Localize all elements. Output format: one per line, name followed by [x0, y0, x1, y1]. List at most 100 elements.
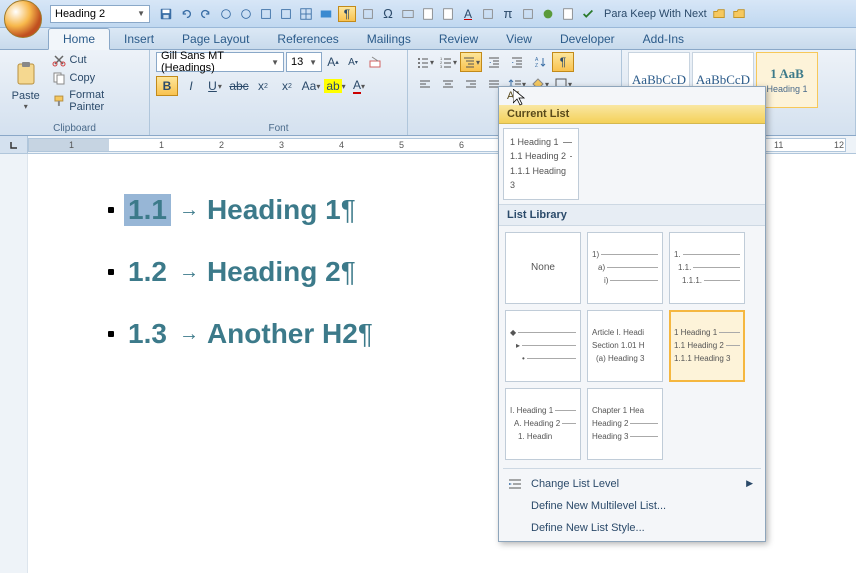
qat-icon[interactable] [560, 6, 576, 22]
shrink-font-icon[interactable]: A▾ [344, 52, 362, 72]
font-name-dropdown[interactable]: Gill Sans MT (Headings)▼ [156, 52, 284, 72]
grow-font-icon[interactable]: A▴ [324, 52, 342, 72]
para-keep-label[interactable]: Para Keep With Next [604, 8, 707, 20]
define-list-style-item[interactable]: Define New List Style... [499, 517, 765, 539]
qat-icon[interactable] [258, 6, 274, 22]
check-icon[interactable] [580, 6, 596, 22]
list-option[interactable]: 1. 1.1. 1.1.1. [669, 232, 745, 304]
group-label: Clipboard [6, 123, 143, 135]
current-list-header: Current List [499, 105, 765, 124]
undo-icon[interactable] [178, 6, 194, 22]
list-option[interactable]: ◆ ▸ • [505, 310, 581, 382]
dropdown-menu: Change List Level ▶ Define New Multileve… [499, 471, 765, 541]
increase-indent-button[interactable] [506, 52, 528, 72]
qat-icon[interactable] [520, 6, 536, 22]
tab-references[interactable]: References [263, 29, 352, 49]
qat-icon[interactable] [360, 6, 376, 22]
tab-arrow-icon: → [179, 323, 199, 346]
qat-icon[interactable] [278, 6, 294, 22]
redo-icon[interactable] [198, 6, 214, 22]
qat-icon[interactable] [480, 6, 496, 22]
list-option-none[interactable]: None [505, 232, 581, 304]
font-color-button[interactable]: A▾ [348, 76, 370, 96]
heading-number: 1.1 [124, 194, 171, 226]
show-marks-button[interactable]: ¶ [552, 52, 574, 72]
font-size-dropdown[interactable]: 13▼ [286, 52, 322, 72]
tab-page-layout[interactable]: Page Layout [168, 29, 263, 49]
table-icon[interactable] [298, 6, 314, 22]
folder-icon[interactable] [711, 6, 727, 22]
strikethrough-button[interactable]: abc [228, 76, 250, 96]
align-right-button[interactable] [460, 74, 482, 94]
heading-text: Heading 2 [207, 256, 341, 288]
tab-developer[interactable]: Developer [546, 29, 629, 49]
align-center-button[interactable] [437, 74, 459, 94]
tab-selector[interactable] [0, 136, 28, 153]
list-option[interactable]: Chapter 1 Hea Heading 2 Heading 3 [587, 388, 663, 460]
superscript-button[interactable]: x2 [276, 76, 298, 96]
sort-button[interactable]: AZ [529, 52, 551, 72]
bullets-button[interactable]: ▾ [414, 52, 436, 72]
tab-addins[interactable]: Add-Ins [629, 29, 698, 49]
qat-icon[interactable] [318, 6, 334, 22]
heading-text: Another H2 [207, 318, 358, 350]
align-left-button[interactable] [414, 74, 436, 94]
pilcrow-mark: ¶ [341, 194, 356, 226]
style-dropdown[interactable]: Heading 2▼ [50, 5, 150, 23]
list-option[interactable]: Article I. Headi Section 1.01 H (a) Head… [587, 310, 663, 382]
bullet-icon [108, 331, 114, 337]
tab-mailings[interactable]: Mailings [353, 29, 425, 49]
bold-button[interactable]: B [156, 76, 178, 96]
current-list-preview[interactable]: 1 Heading 1 1.1 Heading 2 1.1.1 Heading … [503, 128, 579, 200]
tab-home[interactable]: Home [48, 28, 110, 50]
vertical-ruler[interactable] [0, 154, 28, 573]
qat-icon[interactable] [540, 6, 556, 22]
format-painter-button[interactable]: Format Painter [50, 88, 144, 114]
highlight-button[interactable]: ab▾ [324, 76, 346, 96]
folder-icon[interactable] [731, 6, 747, 22]
title-bar: Heading 2▼ ¶ Ω A π Para Keep With Next [0, 0, 856, 28]
pilcrow-mark: ¶ [341, 256, 356, 288]
underline-button[interactable]: U▾ [204, 76, 226, 96]
ribbon-tabs: Home Insert Page Layout References Maili… [0, 28, 856, 50]
change-case-button[interactable]: Aa▾ [300, 76, 322, 96]
pi-icon[interactable]: π [500, 6, 516, 22]
tab-review[interactable]: Review [425, 29, 492, 49]
qat-icon[interactable] [440, 6, 456, 22]
svg-text:3: 3 [440, 64, 443, 69]
tab-view[interactable]: View [492, 29, 546, 49]
qat-icon[interactable] [218, 6, 234, 22]
omega-icon[interactable]: Ω [380, 6, 396, 22]
svg-text:Z: Z [535, 63, 538, 69]
tab-insert[interactable]: Insert [110, 29, 168, 49]
change-list-level-item[interactable]: Change List Level ▶ [499, 473, 765, 495]
dropdown-all-label[interactable]: All [499, 87, 765, 105]
qat-icon[interactable] [400, 6, 416, 22]
qat-icon[interactable] [420, 6, 436, 22]
heading-number: 1.3 [124, 318, 171, 350]
list-option[interactable]: I. Heading 1 A. Heading 2 1. Headin [505, 388, 581, 460]
subscript-button[interactable]: x2 [252, 76, 274, 96]
multilevel-list-dropdown: All Current List 1 Heading 1 1.1 Heading… [498, 86, 766, 542]
list-option[interactable]: 1 Heading 1 1.1 Heading 2 1.1.1 Heading … [669, 310, 745, 382]
italic-button[interactable]: I [180, 76, 202, 96]
pilcrow-icon[interactable]: ¶ [338, 6, 356, 22]
numbering-button[interactable]: 123▾ [437, 52, 459, 72]
group-clipboard: Paste ▾ Cut Copy Format Painter Clipboar… [0, 50, 150, 135]
clear-format-icon[interactable] [364, 52, 386, 72]
group-font: Gill Sans MT (Headings)▼ 13▼ A▴ A▾ B I U… [150, 50, 408, 135]
save-icon[interactable] [158, 6, 174, 22]
font-color-icon[interactable]: A [460, 6, 476, 22]
copy-button[interactable]: Copy [50, 70, 144, 86]
paste-button[interactable]: Paste ▾ [6, 52, 46, 118]
office-button[interactable] [4, 0, 42, 38]
group-label: Font [156, 123, 401, 135]
qat-icon[interactable] [238, 6, 254, 22]
indent-icon [507, 476, 523, 492]
bullet-icon [108, 269, 114, 275]
list-option[interactable]: 1) a) i) [587, 232, 663, 304]
decrease-indent-button[interactable] [483, 52, 505, 72]
define-multilevel-item[interactable]: Define New Multilevel List... [499, 495, 765, 517]
multilevel-list-button[interactable]: ▾ [460, 52, 482, 72]
cut-button[interactable]: Cut [50, 52, 144, 68]
